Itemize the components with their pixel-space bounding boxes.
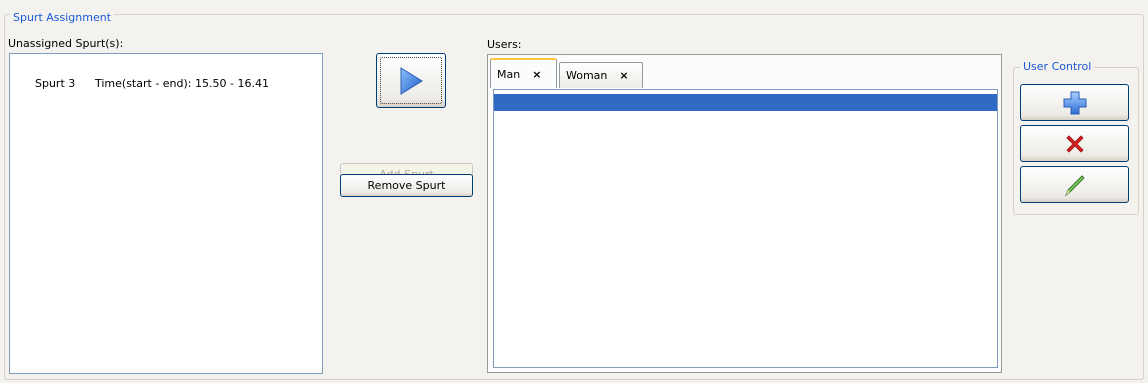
user-spurts-list[interactable]: Spurt 1 Time(start - end): 0.29 - 12.62 xyxy=(493,89,998,368)
remove-spurt-button[interactable]: Remove Spurt xyxy=(340,174,473,197)
assign-arrow-button[interactable] xyxy=(376,53,446,108)
tab-label: Woman xyxy=(566,69,608,82)
delete-user-button[interactable] xyxy=(1020,125,1129,162)
group-title: Spurt Assignment xyxy=(10,11,115,24)
tab-label: Man xyxy=(497,67,521,81)
spurt-name: Spurt 1 xyxy=(525,113,567,126)
users-label: Users: xyxy=(487,38,522,51)
spurt-time: Time(start - end): 0.29 - 12.62 xyxy=(599,113,767,126)
unassigned-label: Unassigned Spurt(s): xyxy=(8,37,124,50)
tab-close-icon[interactable]: × xyxy=(619,69,628,82)
spurt-assignment-window: Spurt Assignment Unassigned Spurt(s): Sp… xyxy=(0,0,1148,383)
list-item[interactable]: Spurt 1 Time(start - end): 0.29 - 12.62 xyxy=(494,94,997,126)
list-item[interactable]: Spurt 3 Time(start - end): 15.50 - 16.41 xyxy=(10,58,322,90)
spurt-time: Time(start - end): 15.50 - 16.41 xyxy=(94,77,269,90)
user-control-title: User Control xyxy=(1020,60,1095,73)
unassigned-spurts-list[interactable]: Spurt 3 Time(start - end): 15.50 - 16.41 xyxy=(9,53,323,374)
delete-x-icon xyxy=(1065,134,1084,153)
plus-icon xyxy=(1063,91,1086,114)
tab-close-icon[interactable]: × xyxy=(532,68,541,81)
add-user-button[interactable] xyxy=(1020,84,1129,121)
users-tab-panel: Spurt 1 Time(start - end): 0.29 - 12.62 xyxy=(487,54,1002,373)
edit-user-button[interactable] xyxy=(1020,166,1129,203)
pencil-edit-icon xyxy=(1064,174,1085,196)
tab-man[interactable]: Man × xyxy=(490,58,557,88)
tab-woman[interactable]: Woman × xyxy=(559,62,643,88)
spurt-name: Spurt 3 xyxy=(34,77,76,90)
focus-rect xyxy=(380,57,442,104)
